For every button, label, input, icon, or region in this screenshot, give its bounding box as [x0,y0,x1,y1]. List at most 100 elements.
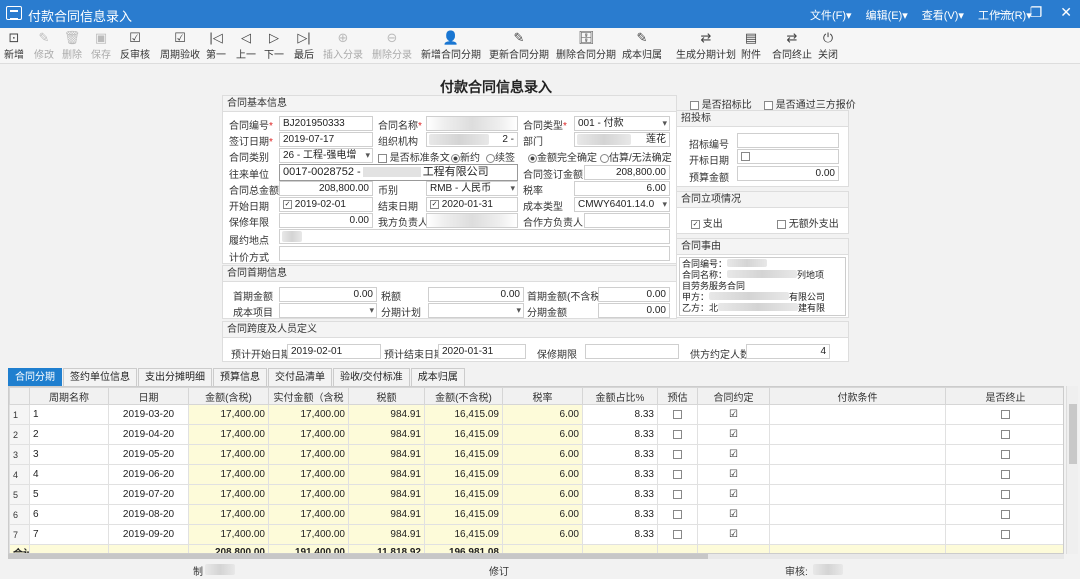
cell-percent[interactable]: 8.33 [582,424,658,445]
toolbar-button-prev[interactable]: ◁ 上一 [236,30,256,61]
cell-tax[interactable]: 984.91 [348,504,425,525]
cell-terminated[interactable] [945,464,1063,485]
cell-agreed[interactable]: ☑ [697,424,770,445]
cell-amount[interactable]: 17,400.00 [188,504,269,525]
cell-rate[interactable]: 6.00 [502,424,583,445]
cell-tax[interactable]: 984.91 [348,424,425,445]
cell-tax[interactable]: 984.91 [348,444,425,465]
cell-estimate[interactable] [657,504,698,525]
toolbar-button-last[interactable]: ▷| 最后 [294,30,314,61]
category-select[interactable]: 26 - 工程-强电增 [279,148,373,163]
cell-paid[interactable]: 17,400.00 [268,444,349,465]
total-amount-field[interactable]: 208,800.00 [279,181,373,196]
renew-contract-radio[interactable]: 续签 [486,149,515,164]
place-field[interactable] [279,229,670,244]
cell-agreed[interactable]: ☑ [697,464,770,485]
sign-date-field[interactable]: 2019-07-17 [279,132,373,147]
cell-payment-terms[interactable] [769,484,946,505]
cell-estimate[interactable] [657,404,698,425]
currency-select[interactable]: RMB - 人民币 [426,181,518,196]
contract-name-field[interactable] [426,116,518,131]
toolbar-button-edit[interactable]: ✎ 修改 [34,30,54,61]
bid-no-field[interactable] [737,133,839,148]
toolbar-button-update-period[interactable]: ✎ 更新合同分期 [489,30,549,61]
terminated-checkbox[interactable] [1001,469,1010,479]
cell-payment-terms[interactable] [769,404,946,425]
estimate-checkbox[interactable] [673,489,682,499]
cell-rate[interactable]: 6.00 [502,484,583,505]
contract-type-select[interactable]: 001 - 付款 [574,116,670,131]
bid-date-field[interactable] [737,149,839,164]
our-owner-field[interactable] [426,213,518,228]
cell-agreed[interactable]: ☑ [697,444,770,465]
cell-period-name[interactable]: 1 [29,404,109,425]
start-date-field[interactable]: ✓ 2019-02-01 [279,197,373,212]
cell-date[interactable]: 2019-04-20 [108,424,189,445]
cell-percent[interactable]: 8.33 [582,504,658,525]
menu-edit[interactable]: 编辑(E)▾ [866,7,908,23]
amount-estimate-radio[interactable]: 估算/无法确定 [600,149,672,164]
toolbar-button-first[interactable]: |◁ 第一 [206,30,226,61]
cell-date[interactable]: 2019-09-20 [108,524,189,545]
table-row[interactable]: 1 1 2019-03-20 17,400.00 17,400.00 984.91 16,4… [9,404,1063,425]
end-date-field[interactable]: ✓ 2020-01-31 [426,197,518,212]
terminated-checkbox[interactable] [1001,409,1010,419]
cell-amount[interactable]: 17,400.00 [188,444,269,465]
toolbar-button-generate-plan[interactable]: ⇄ 生成分期计划 [676,30,736,61]
toolbar-button-trash[interactable]: 🗑 删除 [62,30,82,61]
toolbar-button-insert-row[interactable]: ⊕ 插入分录 [323,30,363,61]
toolbar-button-attachment[interactable]: ▤ 附件 [741,30,761,61]
cost-type-select[interactable]: CMWY6401.14.0 [574,197,670,212]
cell-rate[interactable]: 6.00 [502,404,583,425]
table-row[interactable]: 5 5 2019-07-20 17,400.00 17,400.00 984.91 16,4… [9,484,1063,505]
first-amount-field[interactable]: 0.00 [279,287,377,302]
cell-estimate[interactable] [657,444,698,465]
new-contract-radio[interactable]: 新约 [451,149,480,164]
cell-payment-terms[interactable] [769,464,946,485]
cell-paid[interactable]: 17,400.00 [268,404,349,425]
cell-amount-ex[interactable]: 16,415.09 [424,444,503,465]
cell-tax[interactable]: 984.91 [348,524,425,545]
cell-date[interactable]: 2019-05-20 [108,444,189,465]
cell-payment-terms[interactable] [769,504,946,525]
toolbar-button-next[interactable]: ▷ 下一 [264,30,284,61]
toolbar-button-power[interactable]: ⏻ 关闭 [818,30,838,61]
cell-date[interactable]: 2019-03-20 [108,404,189,425]
bid-compare-checkbox[interactable]: 是否招标比 [690,96,752,111]
estimate-checkbox[interactable] [673,449,682,459]
cell-amount[interactable]: 17,400.00 [188,404,269,425]
grid-vertical-scrollbar[interactable] [1066,386,1078,554]
cell-agreed[interactable]: ☑ [697,404,770,425]
cell-tax[interactable]: 984.91 [348,484,425,505]
agreed-checkbox[interactable]: ☑ [729,469,738,480]
first-tax-field[interactable]: 0.00 [428,287,524,302]
dept-field[interactable]: 莲花 [574,132,670,147]
third-party-checkbox[interactable]: 是否通过三方报价 [764,96,856,111]
cell-estimate[interactable] [657,424,698,445]
col-tax[interactable]: 税额 [348,387,425,405]
restore-icon[interactable]: ❐ [1030,4,1043,21]
agreed-checkbox[interactable]: ☑ [729,509,738,520]
toolbar-button-save[interactable]: ▣ 保存 [91,30,111,61]
cell-date[interactable]: 2019-08-20 [108,504,189,525]
budget-field[interactable]: 0.00 [737,166,839,181]
expected-end-field[interactable]: 2020-01-31 [438,344,526,359]
estimate-checkbox[interactable] [673,469,682,479]
cell-percent[interactable]: 8.33 [582,444,658,465]
cell-amount-ex[interactable]: 16,415.09 [424,524,503,545]
terminated-checkbox[interactable] [1001,509,1010,519]
reason-textarea[interactable]: 合同编号： 合同名称： 列地项 目劳务服务合同 甲方： 有限公司 乙方：北 建有限 [679,257,846,316]
col-amount[interactable]: 金额(含税) [188,387,269,405]
cell-terminated[interactable] [945,444,1063,465]
cell-amount[interactable]: 17,400.00 [188,464,269,485]
cell-tax[interactable]: 984.91 [348,464,425,485]
cell-terminated[interactable] [945,424,1063,445]
toolbar-button-delete-row[interactable]: ⊖ 删除分录 [372,30,412,61]
cell-amount[interactable]: 17,400.00 [188,484,269,505]
cell-estimate[interactable] [657,464,698,485]
no-extra-checkbox[interactable]: 无额外支出 [777,215,839,230]
cell-date[interactable]: 2019-07-20 [108,484,189,505]
toolbar-button-cost[interactable]: ✎ 成本归属 [622,30,662,61]
cell-amount[interactable]: 17,400.00 [188,524,269,545]
menu-file[interactable]: 文件(F)▾ [810,7,852,23]
